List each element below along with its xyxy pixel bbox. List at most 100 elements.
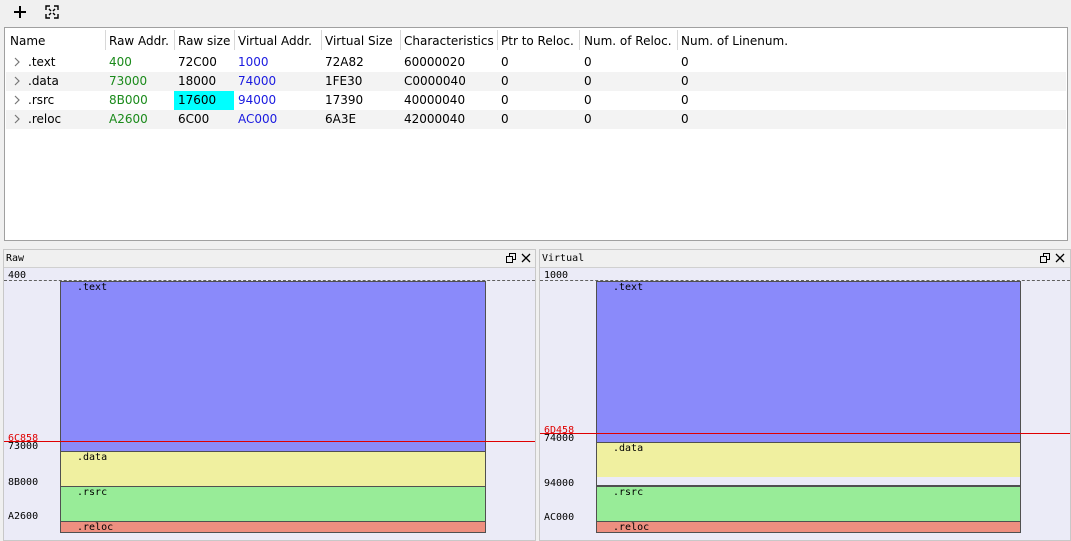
num-reloc-value: 0 [584,93,592,107]
virtual-size-value: 6A3E [325,112,357,126]
section-block-label: .reloc [613,522,650,533]
virtual-view-title: Virtual [542,253,585,264]
address-label: 94000 [544,478,575,489]
col-header-num-reloc[interactable]: Num. of Reloc. [584,32,672,50]
restore-window-icon[interactable] [1039,252,1051,264]
col-header-virtual-size[interactable]: Virtual Size [325,32,393,50]
col-header-ptr-reloc[interactable]: Ptr to Reloc. [501,32,574,50]
section-name: .data [28,74,59,88]
address-label: 74000 [544,433,575,444]
add-button[interactable] [11,3,29,21]
col-separator[interactable] [321,30,322,50]
chevron-right-icon[interactable] [12,95,22,105]
plus-icon [14,6,26,18]
ptr-reloc-value: 0 [501,55,509,69]
section-block-text[interactable]: .text [60,281,486,452]
toolbar [0,0,1071,24]
virtual-size-value: 72A82 [325,55,364,69]
col-separator[interactable] [497,30,498,50]
col-header-raw-size[interactable]: Raw size [178,32,230,50]
characteristics-value: 60000020 [404,55,466,69]
ptr-reloc-value: 0 [501,74,509,88]
section-block-label: .rsrc [613,487,644,498]
col-separator[interactable] [579,30,580,50]
cursor-line [540,433,1070,434]
section-block-label: .data [77,452,108,463]
virtual-size-value: 17390 [325,93,364,107]
virtual-addr-value: 74000 [238,74,277,88]
top-address-label: 1000 [544,270,569,281]
virtual-view-titlebar[interactable]: Virtual [540,250,1070,268]
virtual-addr-value: 1000 [238,55,269,69]
num-reloc-value: 0 [584,74,592,88]
col-header-num-linenum[interactable]: Num. of Linenum. [681,32,788,50]
num-linenum-value: 0 [681,112,689,126]
close-icon[interactable] [1054,252,1066,264]
raw-view-titlebar[interactable]: Raw [4,250,535,268]
table-row[interactable]: .data 73000 18000 74000 1FE30 C0000040 0… [6,72,1066,91]
table-row[interactable]: .reloc A2600 6C00 AC000 6A3E 42000040 0 … [6,110,1066,129]
section-block-label: .text [77,282,108,293]
raw-size-value-selected[interactable]: 17600 [174,91,234,110]
fit-screen-icon [45,5,59,19]
raw-addr-value: 400 [109,55,132,69]
col-separator[interactable] [174,30,175,50]
col-separator[interactable] [234,30,235,50]
col-header-characteristics[interactable]: Characteristics [404,32,494,50]
address-label: 73000 [8,441,39,452]
characteristics-value: C0000040 [404,74,466,88]
col-header-virtual-addr[interactable]: Virtual Addr. [238,32,312,50]
virtual-view-panel[interactable]: Virtual 1000 .text .data .rsrc .reloc 6D… [539,249,1071,541]
section-block-rsrc[interactable]: .rsrc [60,486,486,522]
raw-size-value: 72C00 [178,55,217,69]
section-block-label: .data [613,443,644,454]
ptr-reloc-value: 0 [501,93,509,107]
address-label: A2600 [8,511,39,522]
section-block-label: .text [613,282,644,293]
num-linenum-value: 0 [681,74,689,88]
section-block-text[interactable]: .text [596,281,1021,444]
chevron-right-icon[interactable] [12,76,22,86]
table-row[interactable]: .text 400 72C00 1000 72A82 60000020 0 0 … [6,53,1066,72]
chevron-right-icon[interactable] [12,114,22,124]
address-label: 8B000 [8,477,39,488]
num-linenum-value: 0 [681,55,689,69]
section-name: .reloc [28,112,62,126]
characteristics-value: 42000040 [404,112,466,126]
section-block-reloc[interactable]: .reloc [596,521,1021,533]
section-block-reloc[interactable]: .reloc [60,521,486,533]
characteristics-value: 40000040 [404,93,466,107]
restore-window-icon[interactable] [505,252,517,264]
section-block-rsrc[interactable]: .rsrc [596,486,1021,522]
table-row[interactable]: .rsrc 8B000 17600 94000 17390 40000040 0… [6,91,1066,110]
chevron-right-icon[interactable] [12,57,22,67]
virtual-size-value: 1FE30 [325,74,363,88]
fit-screen-button[interactable] [43,3,61,21]
sections-table: Name Raw Addr. Raw size Virtual Addr. Vi… [4,27,1068,241]
section-block-data[interactable]: .data [596,442,1021,486]
section-block-label: .reloc [77,522,114,533]
raw-addr-value: 73000 [109,74,148,88]
col-header-raw-addr[interactable]: Raw Addr. [109,32,169,50]
col-separator[interactable] [105,30,106,50]
virtual-addr-value: 94000 [238,93,277,107]
raw-view-panel[interactable]: Raw 400 .text .data .rsrc .reloc 6C858 7… [3,249,536,541]
raw-size-value: 6C00 [178,112,210,126]
raw-addr-value: 8B000 [109,93,148,107]
section-block-data[interactable]: .data [60,451,486,487]
section-data-fill [597,443,1020,477]
col-separator[interactable] [400,30,401,50]
close-icon[interactable] [520,252,532,264]
col-header-name[interactable]: Name [10,32,45,50]
section-block-label: .rsrc [77,487,108,498]
num-reloc-value: 0 [584,112,592,126]
cursor-line [4,441,535,442]
col-separator[interactable] [677,30,678,50]
section-name: .text [28,55,56,69]
virtual-addr-value: AC000 [238,112,278,126]
num-linenum-value: 0 [681,93,689,107]
raw-view-title: Raw [6,253,25,264]
top-address-label: 400 [8,270,27,281]
raw-addr-value: A2600 [109,112,148,126]
section-name: .rsrc [28,93,55,107]
